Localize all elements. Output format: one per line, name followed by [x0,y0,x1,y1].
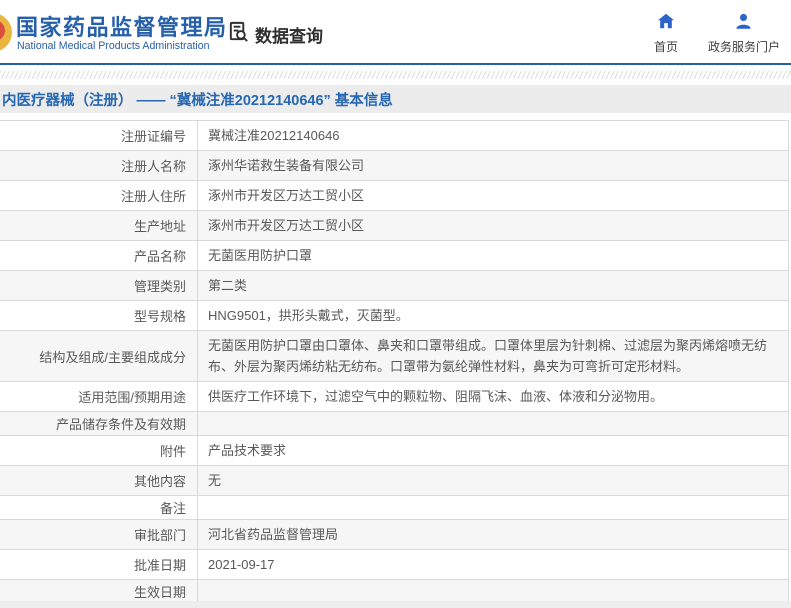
row-value: 第二类 [198,271,788,300]
row-label-text: 型号规格 [133,309,186,324]
row-value: 产品技术要求 [198,436,788,465]
table-row: 适用范围/预期用途 供医疗工作环境下，过滤空气中的颗粒物、阻隔飞沫、血液、体液和分… [0,382,788,412]
data-query-section[interactable]: 数据查询 [227,20,323,48]
document-search-icon [227,20,250,48]
row-value-text: 产品技术要求 [208,443,287,458]
registration-table: 注册证编号 冀械注准20212140646 注册人名称 涿州华诺救生装备有限公司 注册人… [0,120,789,608]
row-value-text: 冀械注准20212140646 [208,128,340,143]
row-value: 2021-09-17 [198,550,788,579]
row-label: 其他内容 [0,466,198,495]
row-label: 批准日期 [0,550,198,579]
row-value: 无菌医用防护口罩由口罩体、鼻夹和口罩带组成。口罩体里层为针刺棉、过滤层为聚丙烯熔… [198,331,788,381]
table-row: 生产地址 涿州市开发区万达工贸小区 [0,211,788,241]
row-value-text: 涿州市开发区万达工贸小区 [208,218,365,233]
row-label: 注册证编号 [0,121,198,150]
row-label: 生效日期 [0,580,198,603]
row-label-text: 注册人住所 [120,189,186,204]
page: 国家药品监督管理局 National Medical Products Admi… [0,0,791,608]
table-row: 型号规格 HNG9501，拱形头戴式，灭菌型。 [0,301,788,331]
header-divider-line [0,63,791,65]
row-value-text: HNG9501，拱形头戴式，灭菌型。 [208,308,409,323]
row-value-text: 无菌医用防护口罩 [208,248,313,263]
row-value: 供医疗工作环境下，过滤空气中的颗粒物、阻隔飞沫、血液、体液和分泌物用。 [198,382,788,411]
nav-gov-portal-label: 政务服务门户 [707,40,780,54]
table-row: 注册人住所 涿州市开发区万达工贸小区 [0,181,788,211]
section-title-label: 数据查询 [255,26,323,46]
table-row: 注册证编号 冀械注准20212140646 [0,121,788,151]
home-icon [657,13,675,34]
row-value-text: 河北省药品监督管理局 [208,527,339,542]
row-label: 产品储存条件及有效期 [0,412,198,435]
row-value-text: 第二类 [208,278,248,293]
nav-home[interactable]: 首页 [654,13,678,55]
row-label-text: 适用范围/预期用途 [78,390,186,405]
row-value-text: 涿州市开发区万达工贸小区 [208,188,365,203]
breadcrumb: 内医疗器械（注册） —— “冀械注准20212140646” 基本信息 [0,85,791,113]
row-label-text: 备注 [159,501,186,516]
row-label: 产品名称 [0,241,198,270]
row-label-text: 批准日期 [133,558,186,573]
row-label-text: 生产地址 [133,219,186,234]
row-value: 河北省药品监督管理局 [198,520,788,549]
row-value [198,580,788,603]
row-label-text: 产品名称 [133,249,186,264]
row-label: 附件 [0,436,198,465]
row-label: 备注 [0,496,198,519]
breadcrumb-text: 内医疗器械（注册） —— “冀械注准20212140646” 基本信息 [2,92,393,109]
row-value-text: 涿州华诺救生装备有限公司 [208,158,365,173]
row-value [198,496,788,519]
row-label-text: 生效日期 [133,585,186,600]
row-label-text: 其他内容 [133,474,186,489]
row-label-text: 审批部门 [133,528,186,543]
table-row: 批准日期 2021-09-17 [0,550,788,580]
row-label: 管理类别 [0,271,198,300]
row-value: 涿州市开发区万达工贸小区 [198,181,788,210]
table-row: 审批部门 河北省药品监督管理局 [0,520,788,550]
table-row: 产品储存条件及有效期 [0,412,788,436]
row-value: HNG9501，拱形头戴式，灭菌型。 [198,301,788,330]
row-label: 审批部门 [0,520,198,549]
table-row: 产品名称 无菌医用防护口罩 [0,241,788,271]
org-name-en: National Medical Products Administration [17,40,210,52]
row-value-text: 供医疗工作环境下，过滤空气中的颗粒物、阻隔飞沫、血液、体液和分泌物用。 [208,389,664,404]
row-label: 生产地址 [0,211,198,240]
row-label-text: 附件 [159,444,186,459]
org-name-cn: 国家药品监督管理局 [16,15,228,40]
table-row: 附件 产品技术要求 [0,436,788,466]
row-value: 涿州华诺救生装备有限公司 [198,151,788,180]
user-icon [735,13,752,34]
footer-band [0,601,791,608]
row-label-text: 管理类别 [133,279,186,294]
nav-gov-portal[interactable]: 政务服务门户 [708,13,780,55]
table-row: 注册人名称 涿州华诺救生装备有限公司 [0,151,788,181]
row-value-text: 无菌医用防护口罩由口罩体、鼻夹和口罩带组成。口罩体里层为针刺棉、过滤层为聚丙烯熔… [208,338,768,374]
row-value: 涿州市开发区万达工贸小区 [198,211,788,240]
table-row: 其他内容 无 [0,466,788,496]
row-label: 注册人住所 [0,181,198,210]
hatch-stripe-band [0,71,791,79]
row-value: 无菌医用防护口罩 [198,241,788,270]
table-row: 管理类别 第二类 [0,271,788,301]
row-label: 注册人名称 [0,151,198,180]
row-label-text: 产品储存条件及有效期 [55,417,186,432]
nav-home-label: 首页 [653,40,678,54]
row-value [198,412,788,435]
row-value-text: 无 [208,473,222,488]
table-row: 结构及组成/主要组成成分 无菌医用防护口罩由口罩体、鼻夹和口罩带组成。口罩体里层为… [0,331,788,382]
row-label: 适用范围/预期用途 [0,382,198,411]
national-emblem-logo [0,13,12,52]
row-value: 冀械注准20212140646 [198,121,788,150]
row-value-text: 2021-09-17 [208,557,275,572]
row-label: 型号规格 [0,301,198,330]
table-row: 备注 [0,496,788,520]
row-value: 无 [198,466,788,495]
row-label-text: 注册人名称 [120,159,186,174]
row-label-text: 注册证编号 [120,129,186,144]
row-label-text: 结构及组成/主要组成成分 [39,349,186,365]
row-label: 结构及组成/主要组成成分 [0,331,198,381]
top-navigation: 首页 政务服务门户 [654,13,780,55]
